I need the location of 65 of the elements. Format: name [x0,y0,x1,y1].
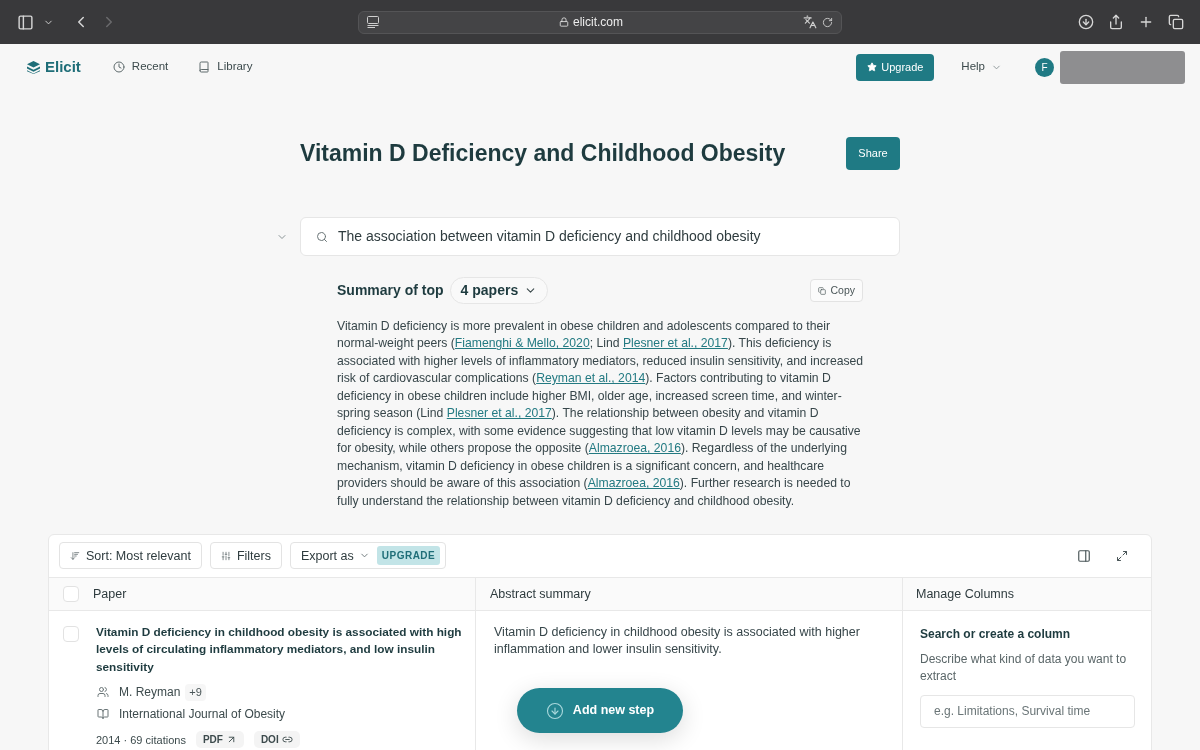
papers-dropdown[interactable]: 4 papers [449,277,549,304]
page-title: Vitamin D Deficiency and Childhood Obesity [300,139,786,169]
paper-link-chip[interactable]: DOI [253,731,300,749]
search-icon [316,230,328,243]
filters-button[interactable]: Filters [209,542,282,570]
abstract-summary: Vitamin D deficiency in childhood obesity is associated with higher inflammation and lower insulin sensitivity. [494,624,861,659]
logo-text[interactable]: Elicit [45,55,81,79]
download-icon[interactable] [1078,14,1094,30]
add-step-button[interactable]: Add new step [517,688,683,733]
checkbox[interactable] [63,626,79,642]
sliders-icon [220,551,231,561]
url-text: elicit.com [573,14,623,31]
checkbox[interactable] [63,586,79,602]
upgrade-button[interactable]: Upgrade [856,53,935,81]
expand-icon[interactable] [1116,550,1128,562]
export-button[interactable]: Export as UPGRADE [289,542,447,570]
reader-icon[interactable] [367,16,379,28]
sort-button[interactable]: Sort: Most relevant [59,542,202,570]
journal-name: International Journal of Obesity [119,706,286,724]
lock-icon [559,17,569,27]
side-panel-icon[interactable] [1077,549,1091,563]
copy-button[interactable]: Copy [810,279,863,302]
nav-link[interactable]: Recent [131,58,169,76]
upgrade-badge: UPGRADE [376,546,441,566]
manage-columns-description: Describe what kind of data you want to extract [920,651,1128,686]
open-book-icon [97,708,109,721]
sort-icon [70,551,80,561]
nav-link[interactable]: Library [217,58,253,76]
copy-icon [818,286,827,295]
citation-link[interactable]: Plesner et al., 2017 [446,406,552,421]
new-tab-icon[interactable] [1138,14,1154,30]
reload-icon[interactable] [822,16,833,28]
translate-icon[interactable] [803,15,817,29]
citation-link[interactable]: Plesner et al., 2017 [622,336,728,351]
star-icon [867,62,878,72]
column-search-field[interactable]: e.g. Limitations, Survival time [920,695,1135,728]
book-icon [198,61,211,73]
citation-link[interactable]: Fiamenghi & Mello, 2020 [454,336,590,351]
sidebar-icon[interactable] [17,13,34,31]
column-header: Abstract summary [490,585,591,603]
share-button[interactable]: Share [846,137,900,170]
paper-title[interactable]: Vitamin D deficiency in childhood obesity is associated with high levels of circulating inflammatory mediators, and low insulin sensitivity [96,624,470,677]
tabs-icon[interactable] [1168,14,1184,30]
column-header: Manage Columns [916,585,1014,603]
summary-text: Vitamin D deficiency is more prevalent in obese children and adolescents compared to their normal-weight peers (Fiamenghi & Mello, 2020; Lind Plesner et al., 2017). This deficiency is associated with higher levels of inflammatory mediators, reduced insulin sensitivity, and increased risk of cardiovascular complications (Reyman et al., 2014). Factors contributing to vitamin D deficiency in obese children include higher BMI, older age, increased screen time, and winter-spring season (Lind Plesner et al., 2017). The relationship between obesity and vitamin D deficiency is complex, with some evidence suggesting that low vitamin D levels may be causative for obesity, while others propose the opposite (Almazroea, 2016). Regardless of the underlying mechanism, vitamin D deficiency in obese children is a significant concern, and healthcare providers should be aware of this association (Almazroea, 2016). Further research is needed to fully understand the relationship between vitamin D deficiency and childhood obesity. [337,318,865,510]
citation-link[interactable]: Almazroea, 2016 [587,476,680,491]
paper-link-chip[interactable]: PDF [195,731,244,749]
help-button[interactable]: Help [961,58,1002,76]
manage-columns-heading: Search or create a column [920,626,1072,643]
share-icon[interactable] [1108,14,1124,30]
clock-icon [112,61,125,73]
search-field[interactable]: The association between vitamin D deficiency and childhood obesity [300,217,900,256]
summary-heading: Summary of top [337,281,444,300]
address-bar[interactable]: elicit.com [358,10,842,34]
more-authors-badge[interactable]: +9 [185,684,206,701]
people-icon [97,686,109,699]
column-header: Paper [93,585,127,603]
paper-meta: 2014 · 69 citations [96,732,186,748]
citation-link[interactable]: Almazroea, 2016 [588,441,681,456]
author-name: M. Reyman [119,684,181,702]
logo-icon [27,60,40,74]
avatar[interactable]: F [1035,57,1054,77]
citation-link[interactable]: Reyman et al., 2014 [536,371,646,386]
search-value: The association between vitamin D deficiency and childhood obesity [338,227,761,246]
down-arrow-circle-icon [545,701,564,720]
